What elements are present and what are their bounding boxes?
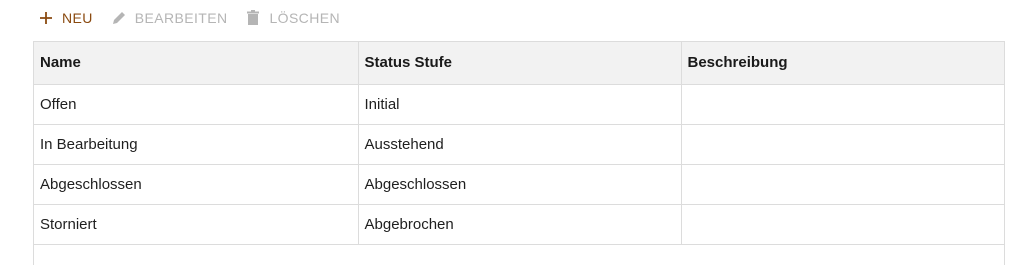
table-row[interactable]: Storniert Abgebrochen <box>34 204 1004 245</box>
cell-status: Initial <box>358 84 682 125</box>
edit-button-label: BEARBEITEN <box>134 10 228 26</box>
cell-name: Offen <box>34 84 359 125</box>
new-button-label: NEU <box>62 10 93 26</box>
cell-status: Abgeschlossen <box>358 164 682 205</box>
plus-icon <box>38 10 54 26</box>
table-row[interactable]: Offen Initial <box>34 84 1004 125</box>
cell-status: Abgebrochen <box>358 204 682 245</box>
cell-description <box>681 84 1004 125</box>
trash-icon <box>245 10 261 26</box>
cell-name: Storniert <box>34 204 359 245</box>
delete-button[interactable]: LÖSCHEN <box>245 10 340 26</box>
table-row[interactable]: Abgeschlossen Abgeschlossen <box>34 164 1004 205</box>
cell-status: Ausstehend <box>358 124 682 165</box>
table-header-row: Name Status Stufe Beschreibung <box>34 42 1004 85</box>
delete-button-label: LÖSCHEN <box>269 10 340 26</box>
new-button[interactable]: NEU <box>38 10 93 26</box>
cell-description <box>681 124 1004 165</box>
cell-description <box>681 204 1004 245</box>
status-table: Name Status Stufe Beschreibung Offen Ini… <box>33 41 1005 265</box>
column-header-name[interactable]: Name <box>34 42 359 85</box>
table-row[interactable]: In Bearbeitung Ausstehend <box>34 124 1004 165</box>
edit-button[interactable]: BEARBEITEN <box>111 10 228 26</box>
cell-description <box>681 164 1004 205</box>
cell-name: In Bearbeitung <box>34 124 359 165</box>
pencil-icon <box>111 10 127 26</box>
column-header-status[interactable]: Status Stufe <box>358 42 682 85</box>
column-header-description[interactable]: Beschreibung <box>681 42 1004 85</box>
cell-name: Abgeschlossen <box>34 164 359 205</box>
toolbar: NEU BEARBEITEN LÖSCHEN <box>38 6 358 30</box>
